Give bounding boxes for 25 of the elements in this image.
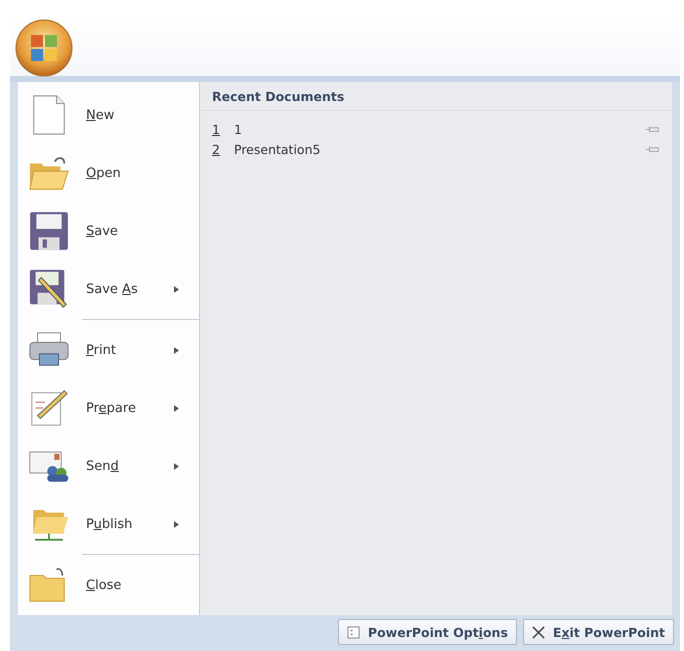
submenu-arrow-icon [174,286,179,292]
exit-button[interactable]: Exit PowerPoint [522,619,674,645]
submenu-arrow-icon [174,404,179,412]
floppy-pencil-icon [28,268,70,310]
menu-item[interactable]: Send [18,437,199,495]
menu-item[interactable]: Save As [18,260,199,321]
pushpin-icon[interactable] [646,144,660,154]
close-icon [532,626,545,638]
office-button[interactable] [14,18,74,78]
submenu-arrow-icon [174,346,179,354]
options-button[interactable]: PowerPoint Options [338,619,517,645]
panel-heading: Recent Documents [200,82,672,111]
recent-document-item[interactable]: 2 Presentation5 [200,139,672,159]
menu-item[interactable]: Close [18,556,199,614]
menu-item[interactable]: Prepare [18,379,199,437]
submenu-arrow-icon [174,462,179,470]
menu-item[interactable]: Save [18,202,199,260]
submenu-arrow-icon [174,520,179,528]
menu-item[interactable]: New [18,86,199,144]
options-icon [346,626,360,638]
menu-item[interactable]: Print [18,321,199,379]
menu-item[interactable]: Publish [18,495,199,556]
pushpin-icon[interactable] [646,124,660,134]
menu-item[interactable]: Open [18,144,199,202]
recent-document-item[interactable]: 1 1 [200,119,672,139]
